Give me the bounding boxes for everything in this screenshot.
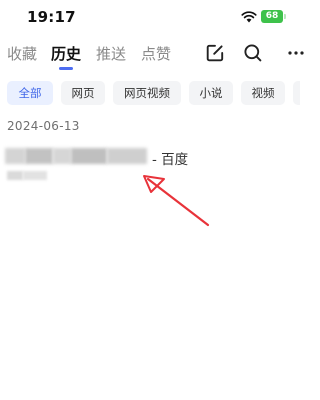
battery-cap <box>284 14 286 19</box>
redacted-url <box>7 171 47 180</box>
tab-push[interactable]: 推送 <box>96 43 126 64</box>
more-icon[interactable] <box>284 43 304 63</box>
history-entry-title-suffix: - 百度 <box>152 152 189 168</box>
filter-chip-all[interactable]: 全部 <box>7 81 53 105</box>
search-icon[interactable] <box>243 43 263 63</box>
status-time: 19:17 <box>27 8 76 26</box>
filter-chip-web[interactable]: 网页 <box>61 81 105 105</box>
battery-indicator: 68 <box>261 10 283 23</box>
filter-chip-web-video[interactable]: 网页视频 <box>113 81 181 105</box>
filter-chips: 全部 网页 网页视频 小说 视频 <box>0 81 300 107</box>
annotation-arrow <box>143 175 210 227</box>
status-bar: 19:17 68 <box>0 0 300 34</box>
filter-chip-novel[interactable]: 小说 <box>189 81 233 105</box>
filter-chip-more[interactable] <box>293 81 300 105</box>
filter-chip-video[interactable]: 视频 <box>241 81 285 105</box>
tab-likes[interactable]: 点赞 <box>141 43 171 64</box>
tab-history[interactable]: 历史 <box>51 43 81 64</box>
tab-favorites[interactable]: 收藏 <box>7 43 37 64</box>
wifi-icon <box>241 11 257 23</box>
top-tab-bar: 收藏 历史 推送 点赞 <box>0 40 304 70</box>
battery-level: 68 <box>265 11 279 21</box>
redacted-title <box>5 148 147 164</box>
active-tab-indicator <box>59 67 73 70</box>
history-date: 2024-06-13 <box>7 119 80 133</box>
edit-icon[interactable] <box>205 43 225 63</box>
